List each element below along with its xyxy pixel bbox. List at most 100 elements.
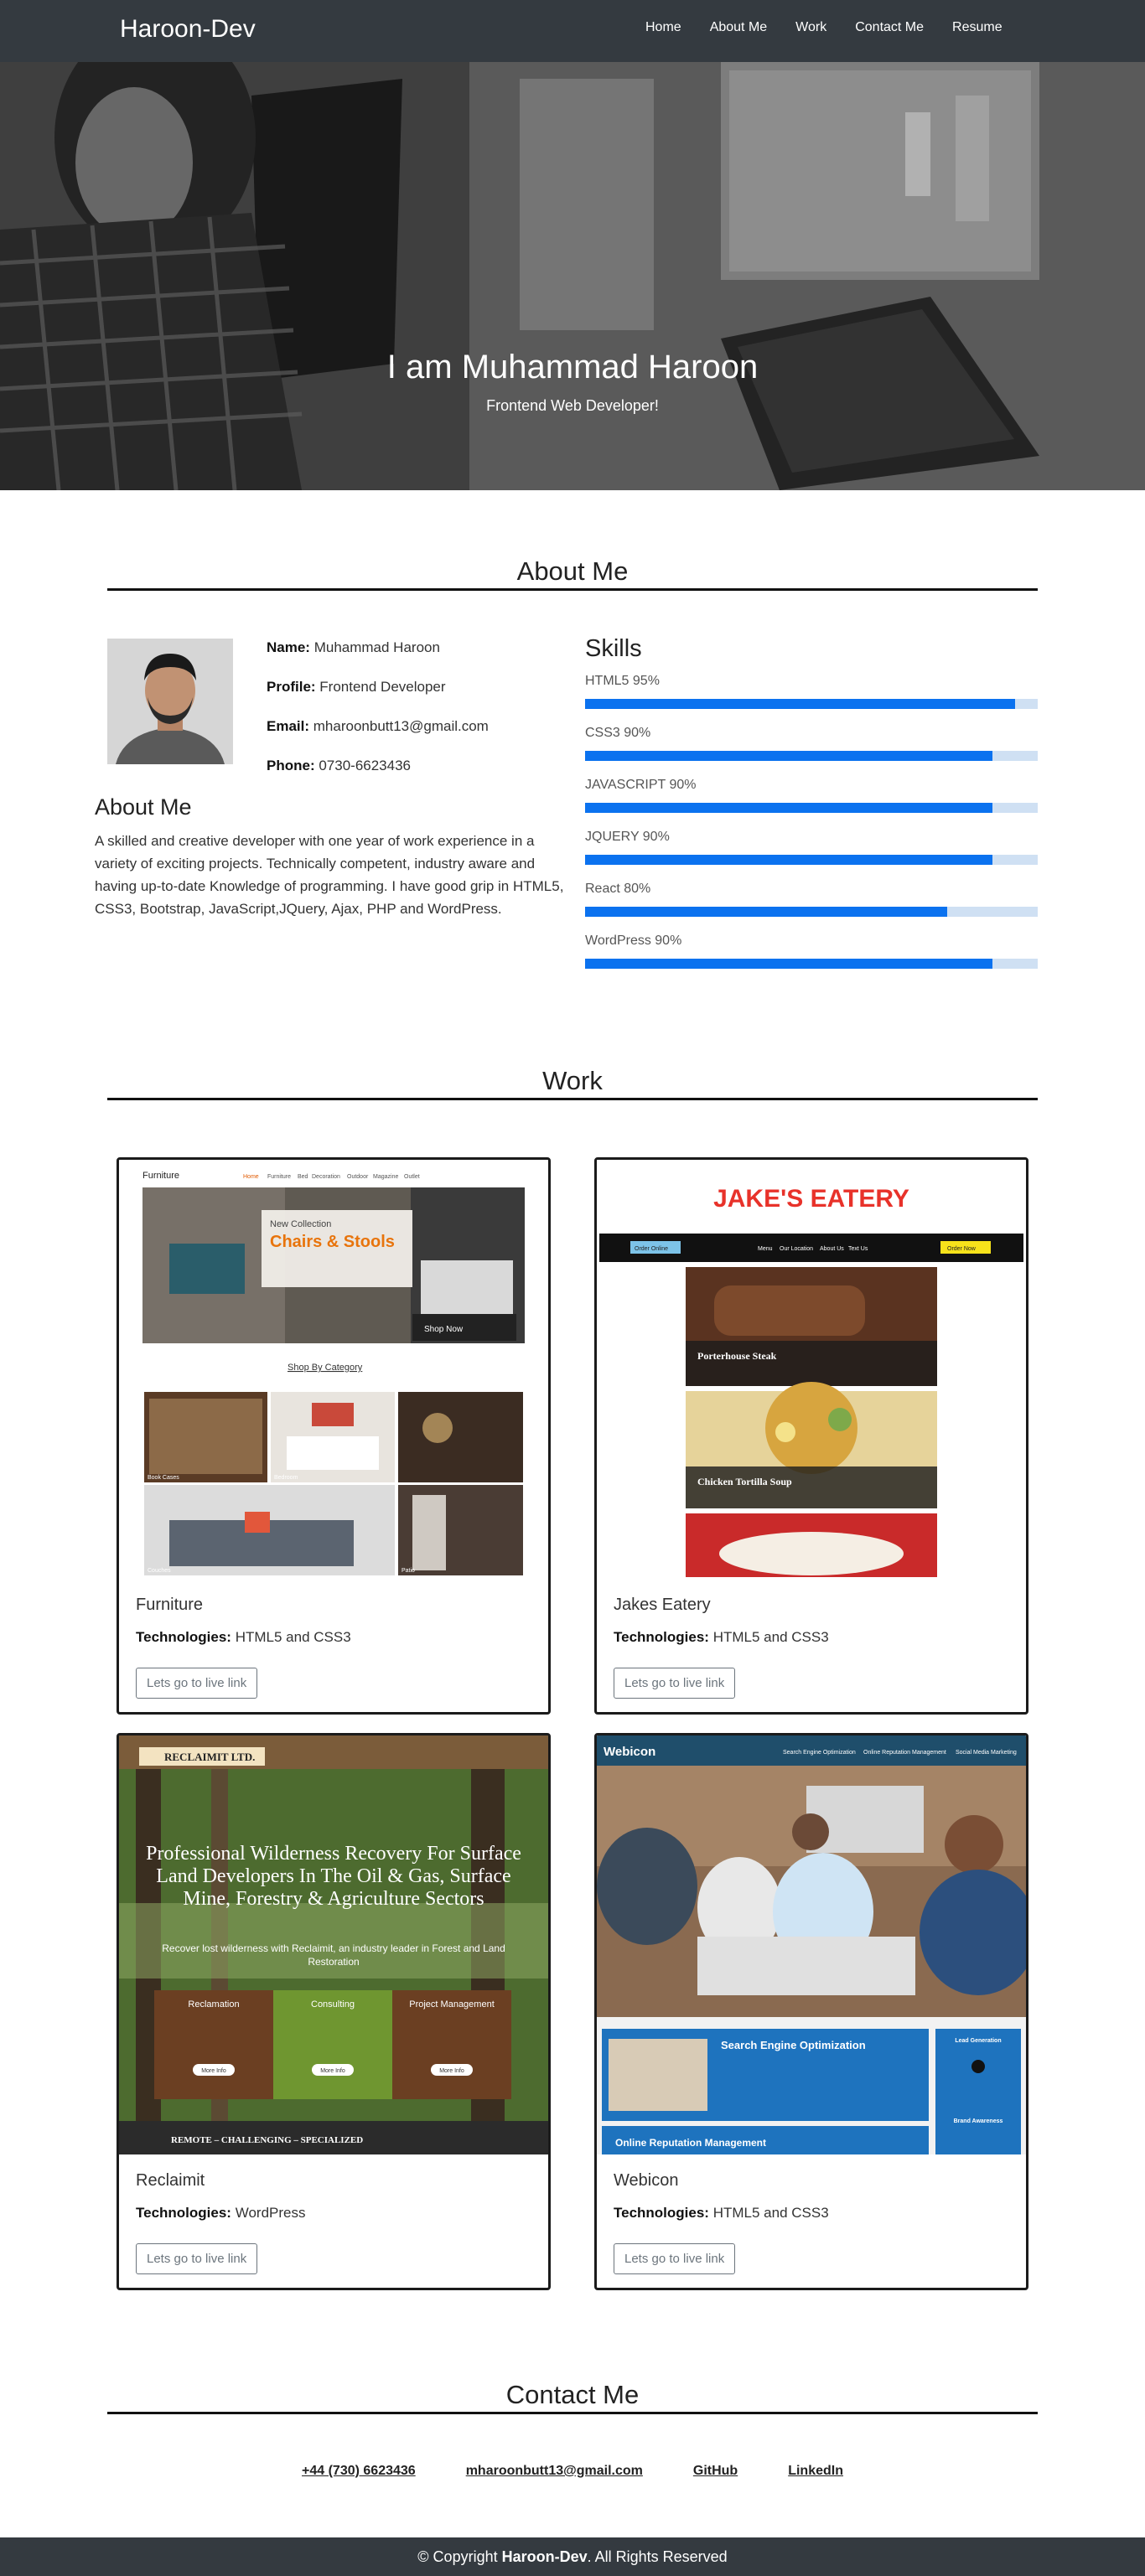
footer-copyright: © Copyright Haroon-Dev. All Rights Reser…	[417, 2548, 727, 2565]
tech-value: HTML5 and CSS3	[235, 1629, 351, 1645]
skill-progress-track	[585, 907, 1038, 917]
skill-progress-track	[585, 751, 1038, 761]
shot-box-title: Reclamation	[188, 1999, 239, 2010]
brand-logo[interactable]: Haroon-Dev	[120, 15, 256, 44]
tech-value: HTML5 and CSS3	[712, 1629, 829, 1645]
profile-photo	[107, 639, 233, 764]
skill-progress-fill	[585, 959, 992, 969]
shot-category: Shop By Category	[288, 1363, 363, 1373]
skill-progress-fill	[585, 751, 992, 761]
contact-phone-link[interactable]: +44 (730) 6623436	[302, 2464, 416, 2479]
shot-tile-label: Couches	[148, 1568, 171, 1574]
skill-label: CSS3 90%	[585, 726, 651, 740]
skill-progress-track	[585, 855, 1038, 865]
work-divider	[107, 1098, 1038, 1100]
shot-sub: Recover lost wilderness with Reclaimit, …	[162, 1942, 505, 1968]
skill-react: React 80%	[585, 882, 1038, 917]
tech-value: HTML5 and CSS3	[712, 2205, 829, 2221]
info-email-label: Email:	[267, 718, 310, 734]
project-screenshot: RECLAIMIT LTD. Professional Wilderness R…	[119, 1735, 548, 2154]
project-card-reclaimit: RECLAIMIT LTD. Professional Wilderness R…	[117, 1733, 551, 2290]
skill-label: JQUERY 90%	[585, 830, 670, 844]
hero-banner: I am Muhammad Haroon Frontend Web Develo…	[0, 62, 1145, 490]
live-link-button[interactable]: Lets go to live link	[136, 1668, 258, 1699]
project-card-jakes-eatery: JAKE'S EATERY Order Online Menu Our Loca…	[594, 1157, 1028, 1715]
project-title: Reclaimit	[136, 2171, 205, 2190]
shot-side-title: Brand Awareness	[954, 2118, 1003, 2124]
tech-label: Technologies:	[136, 2205, 231, 2221]
tech-label: Technologies:	[614, 2205, 709, 2221]
nav-link-resume[interactable]: Resume	[952, 20, 1003, 35]
shot-logo: RECLAIMIT LTD.	[164, 1751, 255, 1763]
nav-link-about[interactable]: About Me	[710, 20, 767, 35]
shot-box-title: Project Management	[409, 1999, 495, 2010]
tech-label: Technologies:	[614, 1629, 709, 1645]
shot-menu-item: Bed	[298, 1174, 308, 1180]
profile-avatar	[107, 639, 233, 764]
info-profile: Profile: Frontend Developer	[267, 679, 446, 696]
live-link-button[interactable]: Lets go to live link	[614, 2243, 736, 2274]
footer-prefix: © Copyright	[417, 2548, 502, 2565]
skill-jquery: JQUERY 90%	[585, 830, 1038, 865]
shot-headline: Professional Wilderness Recovery For Sur…	[146, 1843, 521, 1910]
nav-link-contact[interactable]: Contact Me	[855, 20, 924, 35]
project-technologies: Technologies: HTML5 and CSS3	[614, 2205, 829, 2222]
contact-linkedin-link[interactable]: LinkedIn	[788, 2464, 843, 2479]
info-profile-label: Profile:	[267, 679, 316, 695]
shot-side-title: Lead Generation	[955, 2038, 1001, 2044]
work-section-title: Work	[542, 1066, 603, 1095]
skill-progress-track	[585, 803, 1038, 813]
hero-subtitle: Frontend Web Developer!	[486, 397, 659, 414]
nav-links: Home About Me Work Contact Me Resume	[645, 20, 1031, 35]
shot-menu-item: Search Engine Optimization	[783, 1750, 856, 1756]
skill-progress-track	[585, 959, 1038, 969]
project-technologies: Technologies: HTML5 and CSS3	[614, 1629, 829, 1646]
info-name: Name: Muhammad Haroon	[267, 639, 440, 656]
shot-brand: Furniture	[142, 1171, 179, 1181]
footer-suffix: . All Rights Reserved	[587, 2548, 728, 2565]
skill-label: JAVASCRIPT 90%	[585, 778, 697, 792]
shot-logo: Webicon	[604, 1745, 655, 1759]
shot-menu-item: Magazine	[373, 1174, 398, 1180]
project-screenshot: Furniture Home Furniture Bed Decoration …	[119, 1160, 548, 1579]
shot-menu-item: Outdoor	[347, 1174, 369, 1180]
shot-menu-item: Social Media Marketing	[956, 1750, 1017, 1756]
tech-value: WordPress	[235, 2205, 306, 2221]
contact-github-link[interactable]: GitHub	[693, 2464, 738, 2479]
shot-tile-label: Bedroom	[274, 1475, 298, 1481]
skill-progress-fill	[585, 699, 1015, 709]
info-email-value: mharoonbutt13@gmail.com	[313, 718, 489, 734]
shot-headline: Chairs & Stools	[270, 1233, 395, 1251]
contact-links: +44 (730) 6623436 mharoonbutt13@gmail.co…	[0, 2464, 1145, 2479]
contact-divider	[107, 2412, 1038, 2414]
skill-label: WordPress 90%	[585, 934, 682, 948]
tech-label: Technologies:	[136, 1629, 231, 1645]
hero-background-image	[0, 62, 1145, 490]
shot-logo: JAKE'S EATERY	[713, 1185, 909, 1213]
info-name-value: Muhammad Haroon	[313, 639, 440, 655]
about-heading: About Me	[95, 794, 192, 820]
nav-link-work[interactable]: Work	[795, 20, 826, 35]
about-paragraph: A skilled and creative developer with on…	[95, 833, 564, 917]
project-screenshot: Webicon Search Engine Optimization Onlin…	[597, 1735, 1026, 2154]
skills-heading: Skills	[585, 635, 642, 662]
live-link-button[interactable]: Lets go to live link	[136, 2243, 258, 2274]
shot-box-button: More Info	[439, 2068, 464, 2074]
nav-link-home[interactable]: Home	[645, 20, 681, 35]
footer: © Copyright Haroon-Dev. All Rights Reser…	[0, 2537, 1145, 2576]
project-card-furniture: Furniture Home Furniture Bed Decoration …	[117, 1157, 551, 1715]
info-phone: Phone: 0730-6623436	[267, 758, 411, 774]
info-email: Email: mharoonbutt13@gmail.com	[267, 718, 489, 735]
contact-email-link[interactable]: mharoonbutt13@gmail.com	[466, 2464, 643, 2479]
shot-menu-item: Online Reputation Management	[863, 1750, 946, 1756]
live-link-button[interactable]: Lets go to live link	[614, 1668, 736, 1699]
hero-title: I am Muhammad Haroon	[386, 349, 759, 385]
skill-javascript: JAVASCRIPT 90%	[585, 778, 1038, 813]
shot-menu-item: Outlet	[404, 1174, 420, 1180]
project-screenshot: JAKE'S EATERY Order Online Menu Our Loca…	[597, 1160, 1026, 1579]
project-card-webicon: Webicon Search Engine Optimization Onlin…	[594, 1733, 1028, 2290]
shot-menu-item: Furniture	[267, 1174, 291, 1180]
project-title: Jakes Eatery	[614, 1596, 711, 1614]
shot-dish: Chicken Tortilla Soup	[697, 1476, 792, 1487]
skill-progress-fill	[585, 907, 947, 917]
